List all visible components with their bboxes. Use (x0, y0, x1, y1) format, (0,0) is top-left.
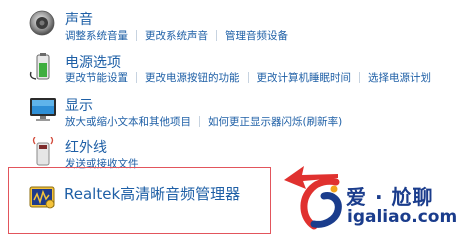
link-adjust-volume[interactable]: 调整系统音量 (65, 28, 128, 43)
infrared-title[interactable]: 红外线 (65, 137, 107, 157)
monitor-icon[interactable] (28, 95, 58, 125)
link-text-size[interactable]: 放大或缩小文本和其他项目 (65, 114, 191, 129)
link-separator (136, 72, 137, 83)
sound-title[interactable]: 声音 (65, 9, 93, 29)
link-separator (199, 116, 200, 127)
link-change-power-saving[interactable]: 更改节能设置 (65, 70, 128, 85)
link-refresh-rate[interactable]: 如何更正显示器闪烁(刷新率) (208, 114, 342, 129)
link-separator (136, 30, 137, 41)
sound-links: 调整系统音量 更改系统声音 管理音频设备 (65, 28, 288, 43)
realtek-title[interactable]: Realtek高清晰音频管理器 (64, 183, 240, 204)
display-title[interactable]: 显示 (65, 95, 93, 115)
power-title[interactable]: 电源选项 (65, 52, 121, 72)
speaker-icon[interactable] (28, 8, 58, 38)
power-links: 更改节能设置 更改电源按钮的功能 更改计算机睡眠时间 选择电源计划 (65, 70, 431, 85)
watermark-domain: igaliao.com (347, 207, 458, 227)
link-sleep-time[interactable]: 更改计算机睡眠时间 (257, 70, 352, 85)
infrared-icon[interactable] (28, 137, 58, 167)
link-choose-power-plan[interactable]: 选择电源计划 (368, 70, 431, 85)
battery-icon[interactable] (28, 52, 58, 82)
link-separator (216, 30, 217, 41)
link-change-system-sounds[interactable]: 更改系统声音 (145, 28, 208, 43)
watermark-title: 爱 · 尬聊 (346, 185, 434, 209)
display-links: 放大或缩小文本和其他项目 如何更正显示器闪烁(刷新率) (65, 114, 342, 129)
link-separator (359, 72, 360, 83)
link-separator (247, 72, 249, 83)
watermark-logo-icon (300, 177, 342, 230)
link-power-button-function[interactable]: 更改电源按钮的功能 (145, 70, 240, 85)
link-manage-audio-devices[interactable]: 管理音频设备 (225, 28, 288, 43)
realtek-audio-icon[interactable] (28, 182, 58, 212)
